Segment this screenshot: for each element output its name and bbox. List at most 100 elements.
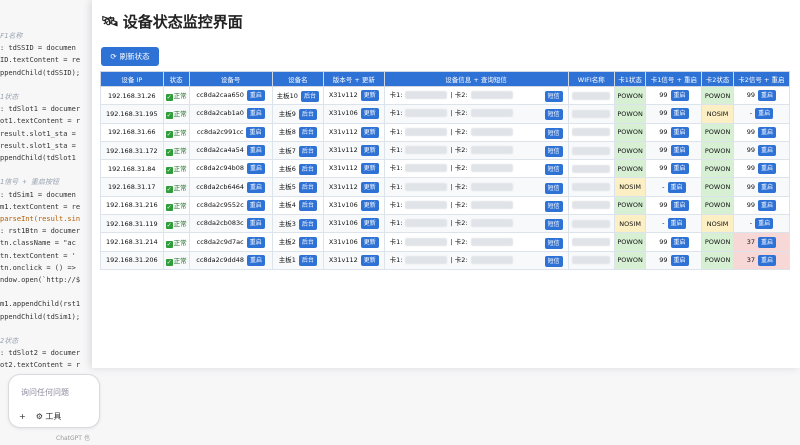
card2-restart-button[interactable]: 重启	[758, 199, 777, 211]
restart-button[interactable]: 重启	[247, 254, 266, 266]
update-button[interactable]: 更新	[360, 254, 379, 266]
card1-signal-cell: 99 重启	[645, 159, 703, 179]
card2-restart-button[interactable]: 重启	[758, 236, 777, 248]
backend-button[interactable]: 后台	[298, 127, 317, 139]
card2-signal: 37	[746, 237, 756, 246]
update-button[interactable]: 更新	[360, 108, 379, 120]
card2-restart-button[interactable]: 重启	[755, 218, 774, 230]
card1-restart-button[interactable]: 重启	[670, 254, 689, 266]
card1-restart-button[interactable]: 重启	[670, 236, 689, 248]
version: X31v112	[328, 255, 358, 264]
sms-button[interactable]: 短信	[544, 255, 563, 267]
card1-restart-button[interactable]: 重启	[667, 181, 686, 193]
card1-restart-button[interactable]: 重启	[670, 145, 689, 157]
restart-button[interactable]: 重启	[246, 218, 265, 230]
update-button[interactable]: 更新	[360, 236, 379, 248]
card2-restart-button[interactable]: 重启	[758, 145, 777, 157]
sms-button[interactable]: 短信	[544, 182, 563, 194]
status-cell: ✓ 正常	[162, 104, 190, 124]
update-button[interactable]: 更新	[360, 199, 379, 211]
redacted-wifi	[572, 256, 611, 265]
backend-button[interactable]: 后台	[298, 108, 317, 120]
sms-button[interactable]: 短信	[544, 127, 563, 139]
backend-button[interactable]: 后台	[298, 255, 317, 267]
update-button[interactable]: 更新	[360, 181, 379, 193]
backend-button[interactable]: 后台	[298, 182, 317, 194]
refresh-label: 刷新状态	[119, 52, 150, 61]
chat-input-box[interactable]: 询问任何问题 + ⚙ 工具	[8, 374, 100, 428]
restart-button[interactable]: 重启	[246, 145, 265, 157]
sms-button[interactable]: 短信	[544, 146, 563, 158]
card2-restart-button[interactable]: 重启	[758, 254, 777, 266]
backend-button[interactable]: 后台	[298, 218, 317, 230]
restart-button[interactable]: 重启	[247, 181, 266, 193]
backend-button[interactable]: 后台	[298, 200, 317, 212]
card1-label: 卡1:	[389, 164, 403, 173]
card2-restart-button[interactable]: 重启	[755, 108, 774, 120]
card1-restart-button[interactable]: 重启	[670, 90, 689, 102]
device-ip: 192.168.31.84	[100, 159, 164, 179]
device-id-cell: cc8da2c9d7ac 重启	[188, 232, 273, 252]
redacted-wifi	[572, 201, 611, 210]
version: X31v106	[328, 219, 358, 228]
card2-restart-button[interactable]: 重启	[758, 90, 777, 102]
device-id: cc8da2ca4a54	[196, 146, 244, 155]
backend-button[interactable]: 后台	[298, 237, 317, 249]
restart-button[interactable]: 重启	[246, 108, 265, 120]
update-button[interactable]: 更新	[360, 126, 379, 138]
card2-restart-button[interactable]: 重启	[758, 181, 777, 193]
sms-button[interactable]: 短信	[544, 164, 563, 176]
device-name-cell: 主板5 后台	[271, 177, 325, 197]
backend-button[interactable]: 后台	[298, 163, 317, 175]
table-row: 192.168.31.66 ✓ 正常 cc8da2c991cc 重启 主板8 后台 X31v1…	[100, 122, 791, 142]
device-info-cell: 卡1: | 卡2: 短信	[383, 140, 569, 161]
version: X31v112	[328, 164, 358, 173]
card1-status: POWON	[613, 104, 647, 124]
plus-icon[interactable]: +	[19, 412, 26, 421]
card2-signal: 99	[746, 200, 756, 209]
restart-button[interactable]: 重启	[246, 236, 265, 248]
card1-restart-button[interactable]: 重启	[670, 163, 689, 175]
sms-button[interactable]: 短信	[544, 109, 563, 121]
card1-restart-button[interactable]: 重启	[670, 126, 689, 138]
card2-signal: -	[749, 219, 753, 228]
tools-button[interactable]: ⚙ 工具	[36, 411, 62, 422]
update-button[interactable]: 更新	[360, 90, 379, 102]
card2-restart-button[interactable]: 重启	[758, 126, 777, 138]
card1-status: POWON	[613, 85, 647, 106]
sms-button[interactable]: 短信	[544, 91, 563, 103]
refresh-button[interactable]: ⟳ 刷新状态	[101, 47, 159, 66]
sms-button[interactable]: 短信	[544, 219, 563, 231]
wifi-cell	[567, 232, 615, 252]
card2-status: NOSIM	[701, 214, 734, 234]
update-button[interactable]: 更新	[360, 145, 379, 157]
backend-button[interactable]: 后台	[300, 90, 319, 102]
wifi-cell	[567, 177, 615, 197]
card1-restart-button[interactable]: 重启	[670, 108, 689, 120]
column-header: 卡2状态	[701, 71, 734, 87]
card2-signal-cell: - 重启	[732, 214, 791, 234]
restart-button[interactable]: 重启	[246, 90, 265, 102]
card1-signal-cell: 99 重启	[645, 250, 703, 270]
backend-button[interactable]: 后台	[298, 145, 317, 157]
card1-status: POWON	[613, 250, 647, 270]
card2-signal: 99	[746, 127, 756, 136]
update-button[interactable]: 更新	[360, 218, 379, 230]
sms-button[interactable]: 短信	[544, 237, 563, 249]
restart-button[interactable]: 重启	[246, 199, 265, 211]
restart-button[interactable]: 重启	[247, 163, 266, 175]
card2-signal: 37	[746, 255, 756, 264]
table-row: 192.168.31.26 ✓ 正常 cc8da2caa650 重启 主板10 后台 X31v…	[100, 85, 791, 106]
card2-restart-button[interactable]: 重启	[758, 163, 777, 175]
update-button[interactable]: 更新	[360, 163, 379, 175]
card1-signal: 99	[659, 146, 668, 155]
card1-restart-button[interactable]: 重启	[670, 199, 689, 211]
card1-status: NOSIM	[613, 214, 647, 234]
sms-button[interactable]: 短信	[544, 200, 563, 212]
card1-restart-button[interactable]: 重启	[667, 218, 686, 230]
restart-button[interactable]: 重启	[246, 126, 265, 138]
wifi-cell	[567, 214, 615, 234]
card2-signal: 99	[746, 182, 756, 191]
card1-status: POWON	[613, 195, 647, 216]
card1-label: 卡1:	[389, 109, 403, 118]
